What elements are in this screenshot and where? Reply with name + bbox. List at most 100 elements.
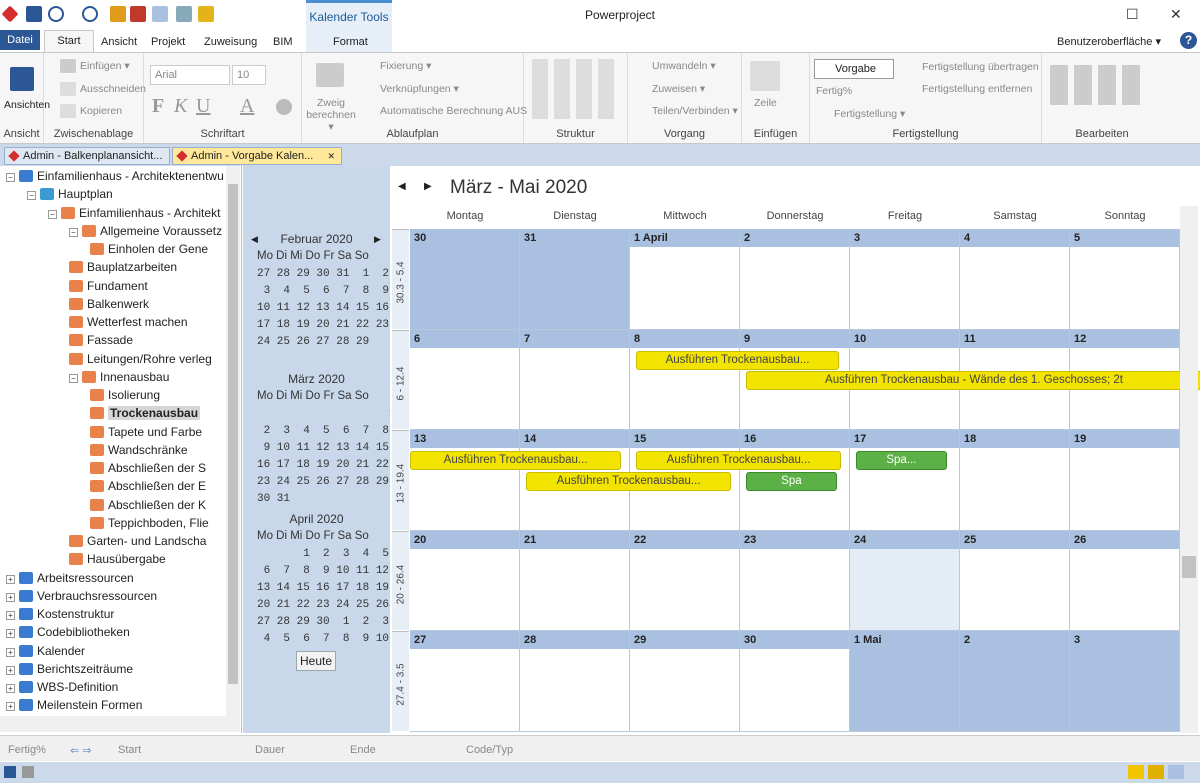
links-button[interactable]: Verknüpfungen ▾ [380, 83, 459, 95]
tree-node[interactable]: Einholen der Gene [90, 241, 208, 257]
cal-next-icon[interactable]: ▶ [424, 181, 432, 192]
day-cell[interactable]: 13 [410, 430, 520, 531]
duration-field[interactable]: Dauer [255, 744, 285, 756]
progress-button[interactable]: Fertigstellung ▾ [834, 108, 905, 120]
day-cell[interactable]: 30 [410, 229, 520, 330]
view-calendar-icon[interactable] [1148, 765, 1164, 779]
tree-node[interactable]: − Innenausbau [69, 369, 169, 385]
fix-button[interactable]: Fixierung ▾ [380, 60, 431, 72]
tab-ansicht[interactable]: Ansicht [101, 36, 137, 48]
day-cell[interactable]: 17 [850, 430, 960, 531]
undo-icon[interactable] [48, 6, 64, 22]
mini-week-row[interactable]: 27 28 29 30 31 1 2 [257, 268, 389, 280]
tree-node[interactable]: + Verbrauchsressourcen [6, 588, 157, 604]
day-cell[interactable]: 1 Mai [850, 631, 960, 732]
day-cell[interactable]: 5 [1070, 229, 1180, 330]
tree-node[interactable]: + WBS-Definition [6, 679, 118, 695]
folder-icon[interactable] [198, 6, 214, 22]
calendar-event-bar[interactable]: Ausführen Trockenausbau - Wände des 1. G… [746, 371, 1200, 391]
tree-node[interactable]: + Berichtszeiträume [6, 661, 133, 677]
mini-week-row[interactable]: 23 24 25 26 27 28 29 [257, 476, 389, 488]
today-button[interactable]: Heute [296, 651, 336, 671]
collapse-icon[interactable]: − [69, 373, 78, 383]
tree-node[interactable]: Tapete und Farbe [90, 424, 202, 440]
quick-action-icon[interactable] [110, 6, 126, 22]
tab-bim[interactable]: BIM [273, 36, 293, 48]
day-cell[interactable]: 23 [740, 530, 850, 632]
view-gantt-icon[interactable] [1128, 765, 1144, 779]
view-sheet-icon[interactable] [1168, 765, 1184, 779]
tree-scroll-thumb[interactable] [228, 184, 238, 684]
edit-icons[interactable] [1050, 65, 1146, 105]
calendar-event-bar[interactable]: Ausführen Trockenausbau... [410, 451, 622, 471]
mini-week-row[interactable]: 20 21 22 23 24 25 26 [257, 599, 389, 611]
calendar-event-bar[interactable]: Ausführen Trockenausbau... [636, 451, 842, 471]
assign-button[interactable]: Zuweisen ▾ [652, 83, 705, 95]
mini-week-row[interactable]: 16 17 18 19 20 21 22 [257, 459, 389, 471]
calendar-scroll-thumb[interactable] [1182, 556, 1196, 578]
mini-week-row[interactable]: 1 [257, 408, 396, 420]
checklist-icon[interactable] [176, 6, 192, 22]
mini-week-row[interactable]: 9 10 11 12 13 14 15 [257, 442, 389, 454]
split-button[interactable]: Teilen/Verbinden ▾ [652, 105, 738, 117]
tree-node[interactable]: + Arbeitsressourcen [6, 570, 134, 586]
day-cell[interactable]: 3 [1070, 631, 1180, 732]
underline-button[interactable]: U [196, 95, 210, 118]
day-cell[interactable]: 29 [630, 631, 740, 732]
day-cell[interactable]: 30 [740, 631, 850, 732]
tab-format[interactable]: Format [333, 36, 368, 48]
remove-progress-button[interactable]: Fertigstellung entfernen [922, 83, 1032, 95]
tree-node[interactable]: Trockenausbau [90, 405, 201, 421]
collapse-icon[interactable]: − [69, 227, 78, 237]
day-cell[interactable]: 27 [410, 631, 520, 732]
day-cell[interactable]: 2 [740, 229, 850, 330]
close-button[interactable]: ✕ [1170, 6, 1182, 23]
tree-node[interactable]: Wandschränke [90, 442, 188, 458]
tab-start[interactable]: Start [44, 30, 94, 53]
tree-node[interactable]: − Hauptplan [27, 186, 113, 202]
day-cell[interactable]: 19 [1070, 430, 1180, 531]
tree-node[interactable]: Bauplatzarbeiten [69, 259, 177, 275]
doc-tab-gantt[interactable]: Admin - Balkenplanansicht... [4, 147, 170, 165]
day-cell[interactable]: 26 [1070, 530, 1180, 632]
mini-week-row[interactable]: 6 7 8 9 10 11 12 [257, 565, 389, 577]
close-tab-icon[interactable]: ✕ [327, 148, 335, 164]
redo-icon[interactable] [82, 6, 98, 22]
tree-node[interactable]: + Codebibliotheken [6, 624, 130, 640]
font-color-button[interactable]: A [240, 95, 254, 118]
day-cell[interactable]: 8 [630, 329, 740, 431]
tree-hscrollbar[interactable] [0, 716, 240, 732]
expand-icon[interactable]: + [6, 611, 15, 620]
day-cell[interactable]: 2 [960, 631, 1070, 732]
nav-arrows-icon[interactable]: ⇐ ⇒ [70, 744, 92, 757]
tree-node[interactable]: − Einfamilienhaus - Architektenentwu ^ [6, 168, 233, 184]
mini-week-row[interactable]: 13 14 15 16 17 18 19 [257, 582, 389, 594]
maximize-button[interactable]: ☐ [1126, 6, 1139, 23]
mini-week-row[interactable]: 27 28 29 30 1 2 3 [257, 616, 389, 628]
tab-datei[interactable]: Datei [0, 30, 40, 50]
expand-icon[interactable]: + [6, 592, 15, 602]
structure-icons[interactable] [532, 59, 620, 119]
day-cell[interactable]: 18 [960, 430, 1070, 531]
start-field[interactable]: Start [118, 744, 141, 756]
doc-tab-calendar[interactable]: Admin - Vorgabe Kalen... ✕ [172, 147, 342, 165]
calendar-scrollbar[interactable] [1180, 206, 1198, 733]
tree-node[interactable]: Garten- und Landscha [69, 533, 206, 549]
calendar-event-bar[interactable]: Spa [746, 471, 837, 491]
cal-prev-icon[interactable]: ◀ [398, 181, 406, 192]
tree-node[interactable]: Abschließen der K [90, 497, 206, 513]
collapse-icon[interactable]: − [6, 173, 15, 182]
day-cell[interactable]: 28 [520, 631, 630, 732]
day-cell[interactable]: 4 [960, 229, 1070, 330]
end-field[interactable]: Ende [350, 744, 376, 756]
tree-node[interactable]: + Kalender [6, 643, 85, 659]
tree-node[interactable]: Fassade [69, 332, 133, 348]
ui-mode-dropdown[interactable]: Benutzeroberfläche ▾ [1057, 35, 1161, 48]
day-cell[interactable]: 22 [630, 530, 740, 632]
tree-node[interactable]: Hausübergabe [69, 551, 166, 567]
fertig-field[interactable]: Fertig% [8, 744, 46, 756]
tree-node[interactable]: + Kostenstruktur [6, 606, 114, 622]
auto-calc-button[interactable]: Automatische Berechnung AUS [380, 105, 527, 117]
tree-node[interactable]: Isolierung [90, 387, 160, 403]
tree-node[interactable]: Balkenwerk [69, 296, 149, 312]
